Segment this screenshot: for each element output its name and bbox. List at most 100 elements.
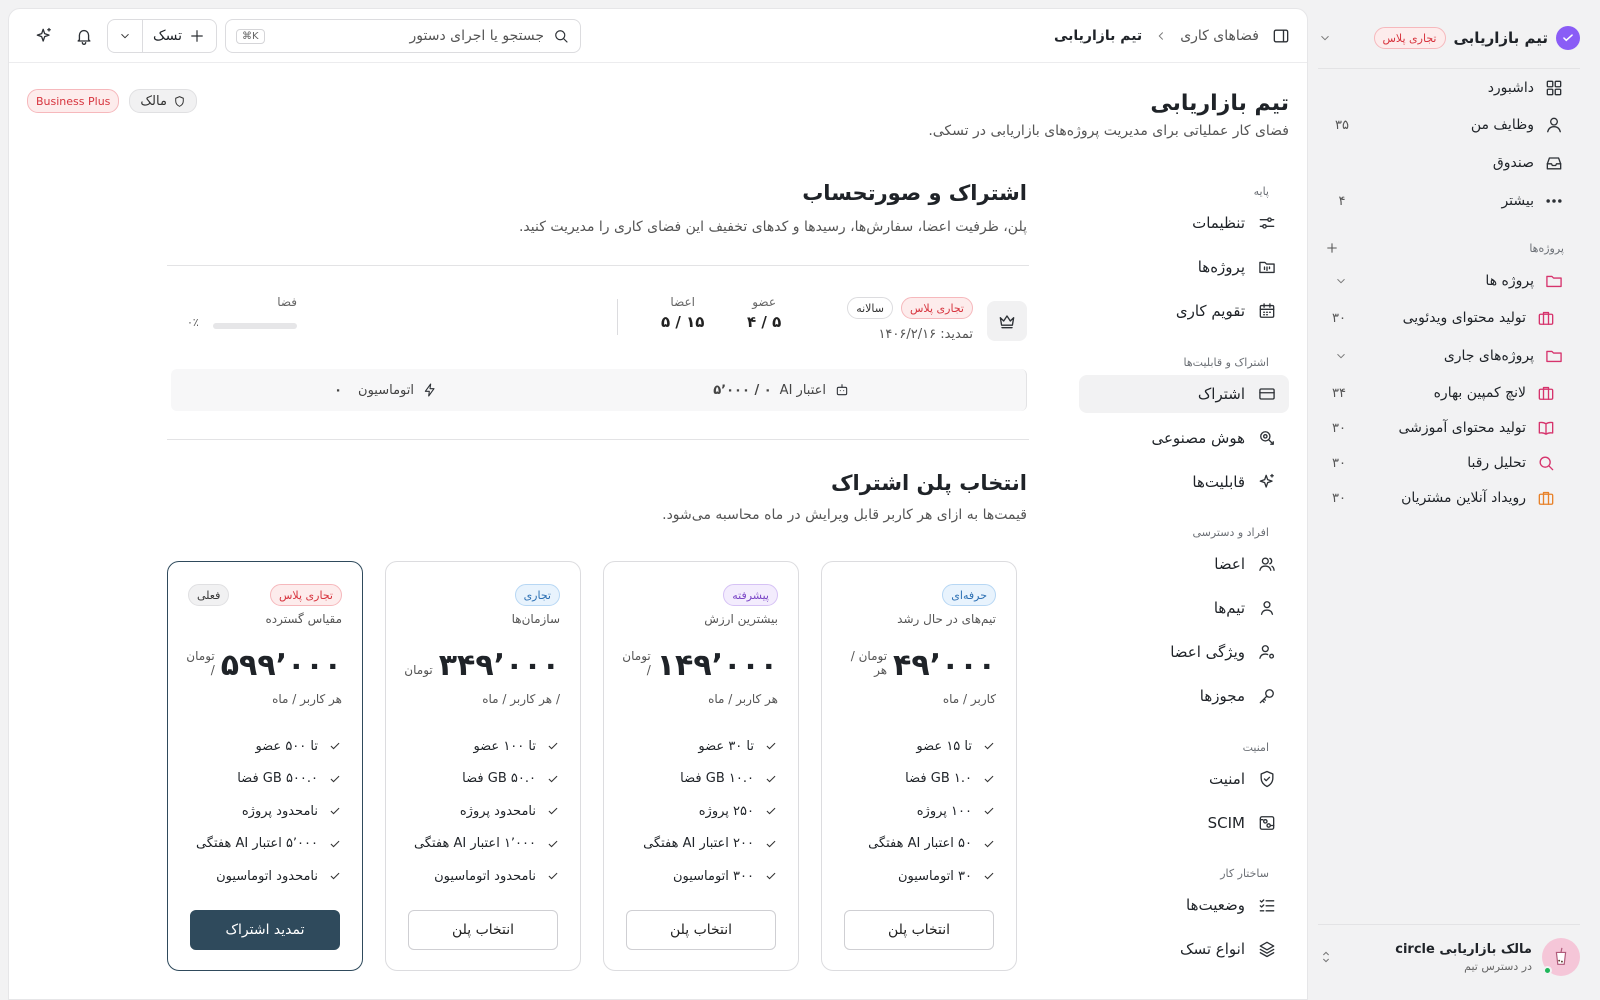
settings-nav-item-members[interactable]: اعضا (1079, 545, 1289, 583)
settings-nav-item-ai[interactable]: هوش مصنوعی (1079, 419, 1289, 457)
select-plan-button[interactable]: انتخاب پلن (626, 910, 776, 950)
breadcrumb-parent[interactable]: فضاهای کاری (1180, 28, 1259, 44)
settings-nav-item-task-types[interactable]: انواع تسک (1079, 930, 1289, 968)
chevron-down-icon[interactable] (1334, 349, 1348, 363)
project-item[interactable]: لانچ کمپین بهاره ۳۴ (1324, 377, 1556, 409)
sidebar-item-my-tasks[interactable]: وظایف من ۳۵ (1324, 109, 1564, 141)
project-item[interactable]: تولید محتوای ویدئویی ۳۰ (1324, 302, 1556, 334)
settings-nav-section-title: ساختار کار (1220, 867, 1269, 880)
plan-feature: ۳۰۰ اتوماسیون (624, 860, 778, 893)
online-status-dot (1543, 966, 1552, 975)
bell-icon (77, 29, 91, 45)
plan-feature: تا ۵۰۰ عضو (188, 730, 342, 763)
plan-feature: نامحدود اتوماسیون (188, 860, 342, 893)
calendar-icon (1259, 303, 1275, 318)
plan-feature: ۲۰۰ اعتبار AI هفتگی (624, 828, 778, 861)
select-plan-button[interactable]: انتخاب پلن (844, 910, 994, 950)
plan-price-period: هر کاربر / ماه (272, 692, 342, 706)
plan-feature-text: نامحدود اتوماسیون (434, 868, 536, 884)
plan-feature-text: ۵٬۰۰۰ اعتبار AI هفتگی (195, 836, 318, 852)
sidebar-item-more[interactable]: بیشتر ۴ (1324, 185, 1564, 217)
check-icon (984, 872, 994, 880)
project-item[interactable]: تولید محتوای آموزشی ۳۰ (1324, 412, 1556, 444)
plan-feature-text: نامحدود پروژه (459, 803, 536, 819)
new-task-dropdown[interactable] (108, 29, 142, 43)
role-badge-label: مالک (140, 93, 167, 109)
settings-nav-item-settings[interactable]: تنظیمات (1079, 204, 1289, 242)
storage-percent: ۰٪ (187, 316, 199, 329)
briefcase-icon (1538, 386, 1554, 400)
user-profile[interactable]: مالک بازاریابی circle در دسترس تیم (1318, 932, 1580, 982)
settings-nav-item-teams[interactable]: تیم‌ها (1079, 589, 1289, 627)
check-icon (548, 840, 558, 848)
key-icon (1259, 689, 1274, 704)
search-box[interactable]: ⌘K (225, 19, 581, 53)
settings-nav-item-security[interactable]: امنیت (1079, 760, 1289, 798)
plan-feature: ۵٬۰۰۰ اعتبار AI هفتگی (188, 828, 342, 861)
billing-cycle-badge: سالانه (847, 297, 893, 319)
settings-nav-item-work-calendar[interactable]: تقویم کاری (1079, 292, 1289, 330)
chevron-down-icon[interactable] (1318, 31, 1332, 45)
settings-nav-item-permissions[interactable]: مجوزها (1079, 677, 1289, 715)
plan-feature: ۱۰۰ پروژه (842, 795, 996, 828)
sidebar-toggle-icon[interactable] (1271, 26, 1291, 46)
stat-label: عضو (752, 295, 776, 309)
plan-feature: ۱.۰ GB فضا (842, 763, 996, 796)
plan-price-unit: تومان (404, 663, 433, 677)
ai-assistant-button[interactable] (31, 23, 57, 49)
plan-features: تا ۱۰۰ عضو ۵۰.۰ GB فضا نامحدود پروژه ۱٬۰… (406, 730, 560, 893)
current-plan-tag: فعلی (188, 584, 230, 606)
settings-nav-item-subscription[interactable]: اشتراک (1079, 375, 1289, 413)
sidebar-item-dashboard[interactable]: داشبورد (1324, 72, 1564, 104)
top-bar: فضاهای کاری تیم بازاریابی ⌘K تسک (9, 9, 1307, 63)
page-description: فضای کار عملیاتی برای مدیریت پروژه‌های ب… (928, 123, 1289, 139)
new-task-button[interactable]: تسک (142, 20, 216, 52)
workspace-plan-badge: تجاری پلاس (1373, 27, 1446, 49)
select-plan-button[interactable]: انتخاب پلن (408, 910, 558, 950)
sparkles-icon (36, 27, 51, 42)
settings-nav-label: مجوزها (1199, 687, 1245, 705)
notifications-button[interactable] (71, 23, 97, 49)
plan-feature: ۵۰ اعتبار AI هفتگی (842, 828, 996, 861)
project-count: ۳۰ (1332, 420, 1346, 436)
plan-tagline: بیشترین ارزش (704, 612, 778, 626)
stat-value: ۴ / ۵ (747, 313, 782, 331)
credit-card-icon (1259, 388, 1275, 400)
inbox-icon (1546, 157, 1562, 170)
project-count: ۳۰ (1332, 490, 1346, 506)
plan-tagline: مقیاس گسترده (265, 612, 342, 626)
automation-usage: اتوماسیون ۰ (334, 369, 438, 411)
stat-label: اعضا (670, 295, 695, 309)
settings-nav-item-scim[interactable]: SCIM (1079, 804, 1289, 842)
workspace-switcher[interactable]: تیم بازاریابی تجاری پلاس (1318, 22, 1580, 54)
breadcrumb-current: تیم بازاریابی (1053, 28, 1143, 44)
settings-nav-item-member-attributes[interactable]: ویژگی اعضا (1079, 633, 1289, 671)
add-project-icon[interactable] (1324, 240, 1340, 256)
sidebar-item-inbox[interactable]: صندوق (1324, 147, 1564, 179)
check-icon (984, 742, 994, 750)
plan-price-unit: تومان / (186, 649, 215, 677)
search-input[interactable] (272, 28, 544, 44)
project-item[interactable]: رویداد آنلاین مشتریان ۳۰ (1324, 482, 1556, 514)
shield-icon (175, 95, 184, 107)
subscription-title: اشتراک و صورتحساب (802, 181, 1027, 205)
plan-price-period: / هر کاربر / ماه (482, 692, 560, 706)
chevron-down-icon[interactable] (1334, 274, 1348, 288)
settings-nav-item-features[interactable]: قابلیت‌ها (1079, 463, 1289, 501)
plan-feature-text: ۱.۰ GB فضا (905, 771, 972, 787)
folder-projects[interactable]: پروژه ها (1324, 265, 1564, 297)
check-icon (984, 775, 994, 783)
folder-current-projects[interactable]: پروژه‌های جاری (1324, 340, 1564, 372)
ai-credit-usage: اعتبار AI ۰ / ۵٬۰۰۰ (713, 369, 850, 411)
settings-nav-label: هوش مصنوعی (1151, 429, 1245, 447)
plan-feature: ۵۰.۰ GB فضا (406, 763, 560, 796)
settings-nav-item-statuses[interactable]: وضعیت‌ها (1079, 886, 1289, 924)
chevron-up-down-icon[interactable] (1318, 949, 1334, 965)
settings-nav-label: اعضا (1214, 555, 1245, 573)
plan-feature: تا ۱۰۰ عضو (406, 730, 560, 763)
check-icon (548, 807, 558, 815)
settings-nav-item-projects[interactable]: پروژه‌ها (1079, 248, 1289, 286)
renew-subscription-button[interactable]: تمدید اشتراک (190, 910, 340, 950)
project-item[interactable]: تحلیل رقبا ۳۰ (1324, 447, 1556, 479)
settings-nav-section-title: امنیت (1242, 741, 1269, 754)
